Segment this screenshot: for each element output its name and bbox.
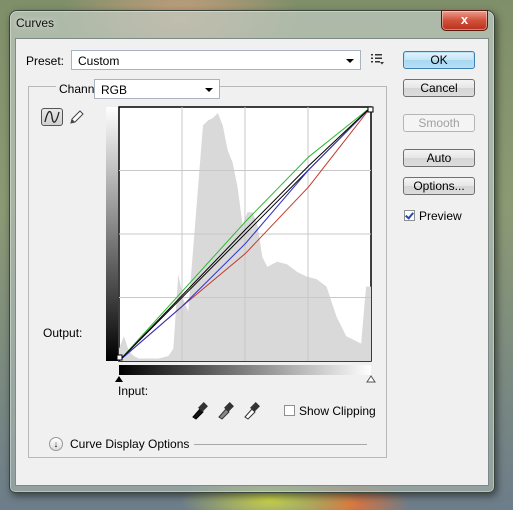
curve-display-options-label[interactable]: Curve Display Options	[70, 437, 189, 451]
show-clipping-checkbox[interactable]	[284, 405, 295, 416]
black-eyedropper-icon[interactable]	[192, 402, 208, 420]
white-point-slider[interactable]	[366, 375, 376, 383]
black-point-slider[interactable]	[115, 376, 123, 382]
dialog-body: Preset: Custom OK Cancel Smooth Auto Opt…	[15, 38, 489, 486]
show-clipping-label: Show Clipping	[299, 404, 376, 418]
close-button[interactable]: x	[441, 10, 488, 31]
divider	[194, 444, 367, 445]
expand-chevron-icon[interactable]: ↓	[49, 437, 63, 451]
eyedropper-group	[192, 402, 260, 420]
output-gradient-bar	[106, 107, 118, 361]
input-gradient-bar	[119, 365, 371, 375]
white-eyedropper-icon[interactable]	[244, 402, 260, 420]
curve-point-black[interactable]	[116, 354, 123, 361]
gray-eyedropper-icon[interactable]	[218, 402, 234, 420]
curve-point-white[interactable]	[367, 106, 374, 113]
window-title: Curves	[16, 16, 55, 30]
